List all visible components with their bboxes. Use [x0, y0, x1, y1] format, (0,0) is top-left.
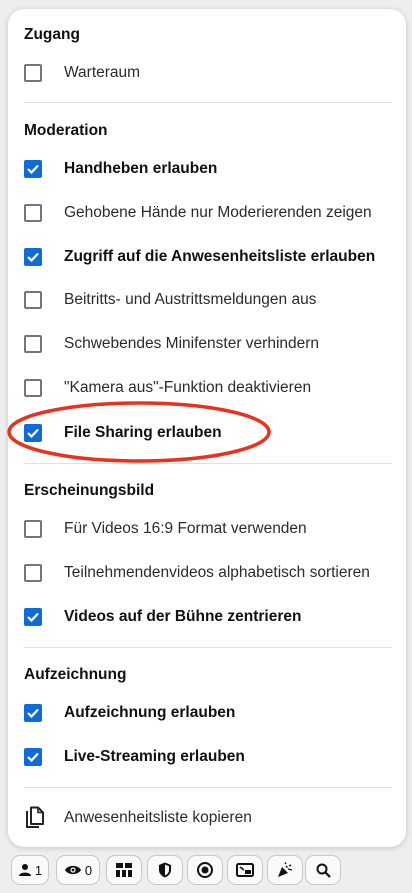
checkbox-item-alphabetisch[interactable]: Teilnehmendenvideos alphabetisch sortier… — [24, 557, 396, 589]
layout-grid-icon — [116, 863, 132, 877]
section-title-moderation: Moderation — [24, 122, 108, 139]
section-title-zugang: Zugang — [24, 26, 80, 43]
checkbox-label: Warteraum — [64, 64, 141, 81]
checkbox[interactable] — [24, 291, 42, 309]
checkbox-label: Teilnehmendenvideos alphabetisch sortier… — [64, 564, 370, 581]
shield-icon — [159, 862, 171, 878]
section-title-erscheinungsbild: Erscheinungsbild — [24, 482, 155, 499]
checkbox[interactable] — [24, 160, 42, 178]
checkbox[interactable] — [24, 335, 42, 353]
search-icon — [316, 863, 331, 878]
checkbox[interactable] — [24, 248, 42, 266]
checkbox-item-minifenster[interactable]: Schwebendes Minifenster verhindern — [24, 328, 396, 360]
divider — [24, 102, 392, 103]
bottom-toolbar: 1 0 — [0, 853, 412, 887]
checkbox-item-beitrittsmeldungen[interactable]: Beitritts- und Austrittsmeldungen aus — [24, 284, 396, 316]
reactions-button[interactable] — [267, 855, 303, 885]
person-icon — [18, 864, 31, 876]
copy-attendance-list-label: Anwesenheitsliste kopieren — [64, 809, 252, 826]
party-popper-icon — [278, 862, 293, 877]
checkbox-label: Videos auf der Bühne zentrieren — [64, 608, 302, 625]
divider — [24, 787, 392, 788]
security-button[interactable] — [147, 855, 183, 885]
checkbox[interactable] — [24, 748, 42, 766]
record-icon — [197, 862, 213, 878]
divider — [24, 647, 392, 648]
screen-share-button[interactable] — [227, 855, 263, 885]
viewers-count: 0 — [84, 862, 93, 878]
checkbox-item-gehobene-haende[interactable]: Gehobene Hände nur Moderierenden zeigen — [24, 197, 396, 229]
settings-panel: Zugang Warteraum Moderation Handheben er… — [8, 9, 406, 847]
checkbox-item-buehne-zentrieren[interactable]: Videos auf der Bühne zentrieren — [24, 601, 396, 633]
checkbox-label: Aufzeichnung erlauben — [64, 704, 236, 721]
section-title-aufzeichnung: Aufzeichnung — [24, 666, 127, 683]
checkbox-label: Beitritts- und Austrittsmeldungen aus — [64, 291, 317, 308]
checkbox[interactable] — [24, 379, 42, 397]
checkbox-item-handheben[interactable]: Handheben erlauben — [24, 153, 396, 185]
screen-share-icon — [236, 863, 254, 877]
checkbox-item-aufzeichnung[interactable]: Aufzeichnung erlauben — [24, 697, 396, 729]
checkbox-label: File Sharing erlauben — [64, 424, 222, 441]
copy-icon — [26, 806, 44, 828]
checkbox[interactable] — [24, 608, 42, 626]
layout-button[interactable] — [106, 855, 142, 885]
checkbox[interactable] — [24, 704, 42, 722]
checkbox-item-anwesenheitsliste[interactable]: Zugriff auf die Anwesenheitsliste erlaub… — [24, 241, 396, 273]
checkbox-item-16-9-format[interactable]: Für Videos 16:9 Format verwenden — [24, 513, 396, 545]
checkbox-item-warteraum[interactable]: Warteraum — [24, 57, 396, 89]
search-button[interactable] — [305, 855, 341, 885]
checkbox-label: Schwebendes Minifenster verhindern — [64, 335, 320, 352]
checkbox[interactable] — [24, 424, 42, 442]
copy-attendance-list-button[interactable]: Anwesenheitsliste kopieren — [24, 802, 396, 834]
checkbox[interactable] — [24, 520, 42, 538]
checkbox-item-kamera-aus[interactable]: "Kamera aus"-Funktion deaktivieren — [24, 372, 396, 404]
checkbox-label: Live-Streaming erlauben — [64, 748, 245, 765]
checkbox-label: Zugriff auf die Anwesenheitsliste erlaub… — [64, 248, 376, 265]
participants-count: 1 — [34, 862, 43, 878]
checkbox[interactable] — [24, 64, 42, 82]
record-button[interactable] — [187, 855, 223, 885]
checkbox[interactable] — [24, 564, 42, 582]
viewers-button[interactable]: 0 — [56, 855, 100, 885]
checkbox-label: Gehobene Hände nur Moderierenden zeigen — [64, 204, 372, 221]
divider — [24, 463, 392, 464]
checkbox-label: "Kamera aus"-Funktion deaktivieren — [64, 379, 312, 396]
checkbox-item-live-streaming[interactable]: Live-Streaming erlauben — [24, 741, 396, 773]
checkbox[interactable] — [24, 204, 42, 222]
checkbox-item-file-sharing[interactable]: File Sharing erlauben — [24, 417, 396, 449]
participants-button[interactable]: 1 — [11, 855, 49, 885]
checkbox-label: Für Videos 16:9 Format verwenden — [64, 520, 307, 537]
eye-icon — [64, 865, 81, 875]
checkbox-label: Handheben erlauben — [64, 160, 218, 177]
